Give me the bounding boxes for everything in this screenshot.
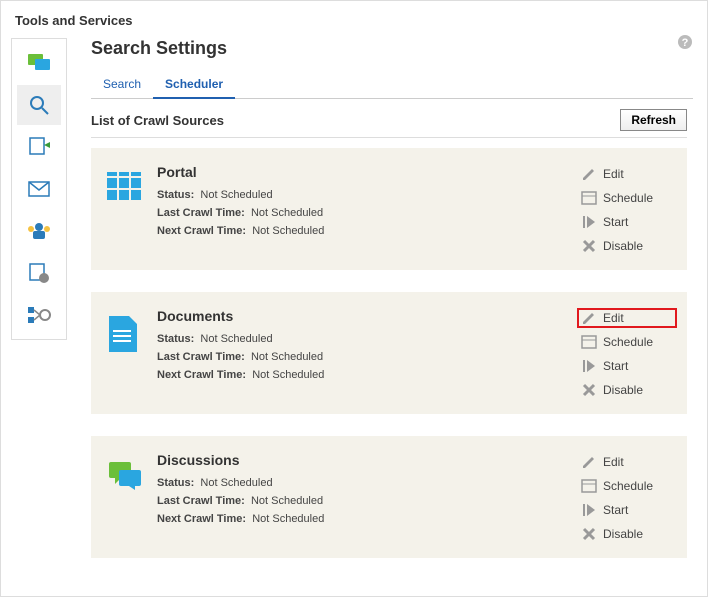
next-value: Not Scheduled (252, 225, 324, 237)
refresh-button[interactable]: Refresh (620, 109, 687, 131)
source-title: Portal (157, 164, 577, 180)
sidebar-item-search[interactable] (17, 85, 61, 125)
last-value: Not Scheduled (251, 351, 323, 363)
action-label: Disable (603, 383, 643, 397)
next-label: Next Crawl Time: (157, 225, 246, 237)
discussions-source-icon (107, 452, 157, 544)
play-icon (581, 358, 597, 374)
source-title: Discussions (157, 452, 577, 468)
x-icon (581, 526, 597, 542)
svg-text:?: ? (682, 37, 689, 49)
schedule-action[interactable]: Schedule (577, 188, 677, 208)
action-label: Edit (603, 311, 624, 325)
search-icon (28, 94, 50, 116)
source-title: Documents (157, 308, 577, 324)
disable-action[interactable]: Disable (577, 524, 677, 544)
pencil-icon (581, 310, 597, 326)
tab-scheduler[interactable]: Scheduler (153, 71, 235, 99)
calendar-icon (581, 334, 597, 350)
status-label: Status: (157, 477, 194, 489)
sidebar-item-workflow[interactable] (17, 295, 61, 335)
calendar-icon (581, 190, 597, 206)
disable-action[interactable]: Disable (577, 236, 677, 256)
action-label: Schedule (603, 479, 653, 493)
last-value: Not Scheduled (251, 207, 323, 219)
action-label: Schedule (603, 191, 653, 205)
edit-action[interactable]: Edit (577, 164, 677, 184)
next-label: Next Crawl Time: (157, 369, 246, 381)
mail-icon (28, 181, 50, 197)
sidebar-item-page-config[interactable] (17, 253, 61, 293)
page-title: Search Settings (91, 38, 693, 59)
action-label: Start (603, 215, 628, 229)
action-label: Start (603, 359, 628, 373)
edit-action[interactable]: Edit (577, 452, 677, 472)
action-label: Edit (603, 455, 624, 469)
page-header: Tools and Services (1, 9, 707, 38)
pencil-icon (581, 166, 597, 182)
status-value: Not Scheduled (200, 189, 272, 201)
start-action[interactable]: Start (577, 356, 677, 376)
tab-search[interactable]: Search (91, 71, 153, 99)
status-value: Not Scheduled (200, 333, 272, 345)
x-icon (581, 238, 597, 254)
play-icon (581, 214, 597, 230)
calendar-icon (581, 478, 597, 494)
crawl-source-card: Portal Status: Not Scheduled Last Crawl … (91, 148, 687, 270)
next-label: Next Crawl Time: (157, 513, 246, 525)
portal-icon (107, 164, 157, 256)
next-value: Not Scheduled (252, 513, 324, 525)
crawl-source-card: Discussions Status: Not Scheduled Last C… (91, 436, 687, 558)
last-label: Last Crawl Time: (157, 207, 245, 219)
discussions-icon (27, 53, 51, 73)
sidebar (11, 38, 67, 340)
export-icon (28, 136, 50, 158)
disable-action[interactable]: Disable (577, 380, 677, 400)
x-icon (581, 382, 597, 398)
start-action[interactable]: Start (577, 500, 677, 520)
list-header: List of Crawl Sources (91, 113, 224, 128)
sidebar-item-people[interactable] (17, 211, 61, 251)
page-config-icon (28, 262, 50, 284)
play-icon (581, 502, 597, 518)
status-label: Status: (157, 333, 194, 345)
help-icon[interactable]: ? (677, 34, 693, 50)
action-label: Edit (603, 167, 624, 181)
start-action[interactable]: Start (577, 212, 677, 232)
status-label: Status: (157, 189, 194, 201)
crawl-source-card: Documents Status: Not Scheduled Last Cra… (91, 292, 687, 414)
sidebar-item-export[interactable] (17, 127, 61, 167)
action-label: Start (603, 503, 628, 517)
action-label: Disable (603, 239, 643, 253)
document-icon (107, 308, 157, 400)
sidebar-item-discussions[interactable] (17, 43, 61, 83)
action-label: Disable (603, 527, 643, 541)
next-value: Not Scheduled (252, 369, 324, 381)
action-label: Schedule (603, 335, 653, 349)
schedule-action[interactable]: Schedule (577, 476, 677, 496)
pencil-icon (581, 454, 597, 470)
people-icon (27, 221, 51, 241)
tabs: Search Scheduler (91, 71, 693, 99)
sidebar-item-mail[interactable] (17, 169, 61, 209)
last-value: Not Scheduled (251, 495, 323, 507)
last-label: Last Crawl Time: (157, 351, 245, 363)
status-value: Not Scheduled (200, 477, 272, 489)
workflow-icon (27, 305, 51, 325)
last-label: Last Crawl Time: (157, 495, 245, 507)
edit-action[interactable]: Edit (577, 308, 677, 328)
schedule-action[interactable]: Schedule (577, 332, 677, 352)
